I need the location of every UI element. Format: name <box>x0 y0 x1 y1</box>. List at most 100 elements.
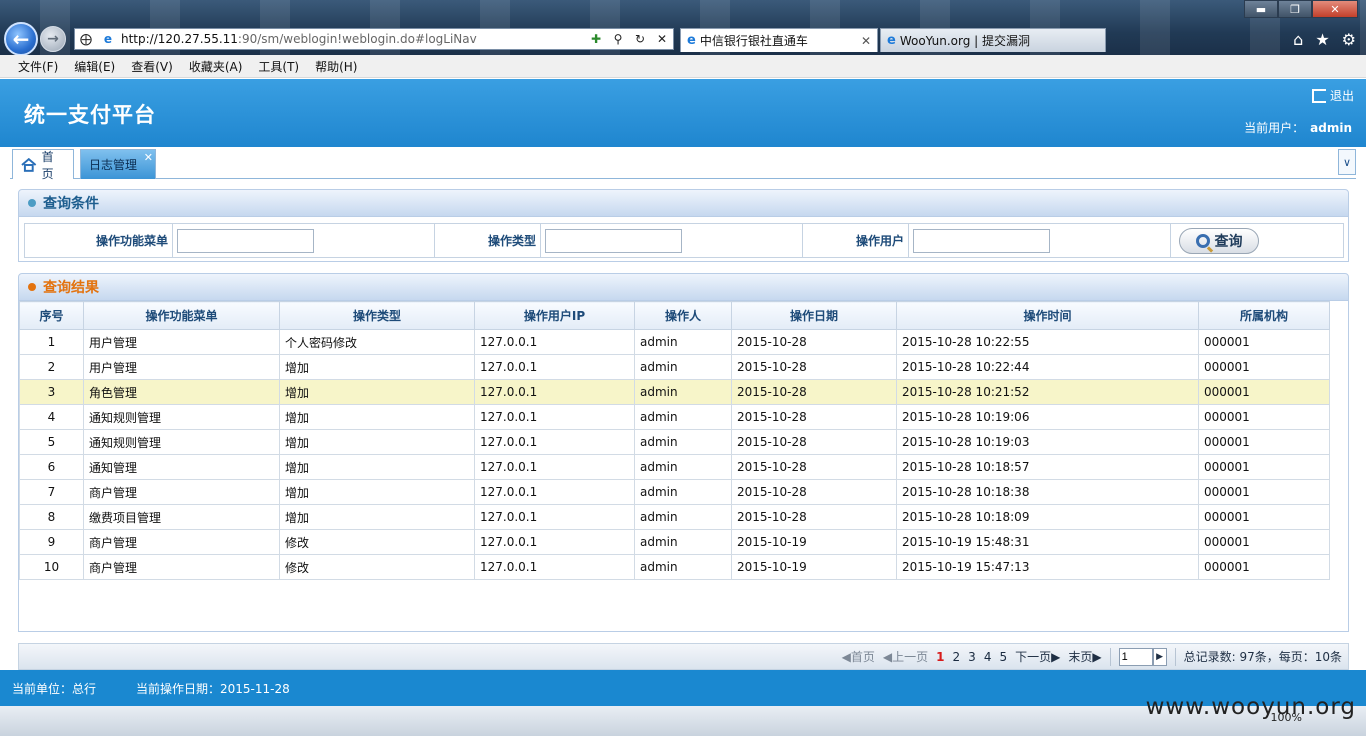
col-header-org[interactable]: 所属机构 <box>1198 301 1330 330</box>
table-row[interactable]: 7 商户管理 增加 127.0.0.1 admin 2015-10-28 201… <box>19 479 1330 505</box>
col-header-operator[interactable]: 操作人 <box>634 301 732 330</box>
first-page-button[interactable]: ◀首页 <box>842 648 875 665</box>
browser-tab-label: WooYun.org | 提交漏洞 <box>899 34 1031 48</box>
compat-icon[interactable]: ⨁ <box>77 30 95 48</box>
col-header-date[interactable]: 操作日期 <box>731 301 897 330</box>
search-icon[interactable]: ⚲ <box>609 30 627 48</box>
page-link-current[interactable]: 1 <box>936 650 944 664</box>
watermark: www.wooyun.org <box>1145 694 1356 720</box>
page-link[interactable]: 5 <box>999 650 1007 664</box>
browser-menubar: 文件(F) 编辑(E) 查看(V) 收藏夹(A) 工具(T) 帮助(H) <box>0 55 1366 78</box>
type-input[interactable] <box>545 228 682 253</box>
menu-view[interactable]: 查看(V) <box>131 58 173 75</box>
current-user-label: 当前用户： <box>1244 121 1305 135</box>
cell-time: 2015-10-19 15:47:13 <box>896 554 1199 580</box>
minimize-icon[interactable]: ▬ <box>1244 0 1278 18</box>
col-header-ip[interactable]: 操作用户IP <box>474 301 635 330</box>
cell-type: 增加 <box>279 504 475 530</box>
tab-home[interactable]: 首页 <box>12 149 74 181</box>
cell-seq: 9 <box>19 529 84 555</box>
tab-log-management[interactable]: 日志管理 ✕ <box>80 149 156 179</box>
table-row[interactable]: 1 用户管理 个人密码修改 127.0.0.1 admin 2015-10-28… <box>19 329 1330 355</box>
logout-button[interactable]: 退出 <box>1311 87 1354 104</box>
address-bar[interactable]: ⨁ e http://120.27.55.11:90/sm/weblogin!w… <box>74 28 674 50</box>
browser-tab-1[interactable]: e 中信银行银社直通车 ✕ <box>680 28 878 52</box>
table-row[interactable]: 6 通知管理 增加 127.0.0.1 admin 2015-10-28 201… <box>19 454 1330 480</box>
current-user: 当前用户： admin <box>1244 119 1352 136</box>
cell-ip: 127.0.0.1 <box>474 429 635 455</box>
query-button[interactable]: 查询 <box>1179 227 1259 254</box>
page-link[interactable]: 4 <box>984 650 992 664</box>
cell-date: 2015-10-28 <box>731 479 897 505</box>
prev-page-button[interactable]: ◀上一页 <box>883 648 928 665</box>
cell-menu: 商户管理 <box>83 554 280 580</box>
cell-time: 2015-10-28 10:21:52 <box>896 379 1199 405</box>
next-page-button[interactable]: 下一页▶ <box>1015 648 1060 665</box>
col-header-menu[interactable]: 操作功能菜单 <box>83 301 280 330</box>
col-header-type[interactable]: 操作类型 <box>279 301 475 330</box>
back-button[interactable]: ← <box>4 22 38 56</box>
cell-menu: 用户管理 <box>83 329 280 355</box>
query-button-label: 查询 <box>1214 233 1243 250</box>
cell-time: 2015-10-28 10:18:38 <box>896 479 1199 505</box>
page-number-input[interactable] <box>1118 647 1153 666</box>
app-tabstrip: 首页 日志管理 ✕ ∨ <box>10 147 1356 181</box>
table-row-highlighted[interactable]: 3 角色管理 增加 127.0.0.1 admin 2015-10-28 201… <box>19 379 1330 405</box>
user-input[interactable] <box>913 228 1050 253</box>
table-row[interactable]: 8 缴费项目管理 增加 127.0.0.1 admin 2015-10-28 2… <box>19 504 1330 530</box>
go-arrow-icon[interactable]: ▶ <box>1152 647 1167 666</box>
browser-toolbar-icons: ⌂ ★ ⚙ <box>1293 30 1356 49</box>
last-page-button[interactable]: 末页▶ <box>1068 648 1101 665</box>
type-label: 操作类型 <box>434 223 541 258</box>
home-icon[interactable]: ⌂ <box>1293 30 1303 49</box>
favorites-star-icon[interactable]: ★ <box>1315 30 1329 49</box>
col-header-seq[interactable]: 序号 <box>19 301 84 330</box>
page-link[interactable]: 3 <box>968 650 976 664</box>
chevron-double-down-icon[interactable]: ∨ <box>1338 149 1356 175</box>
settings-gear-icon[interactable]: ⚙ <box>1342 30 1356 49</box>
query-button-cell: 查询 <box>1170 223 1344 258</box>
cell-time: 2015-10-28 10:18:09 <box>896 504 1199 530</box>
menu-tools[interactable]: 工具(T) <box>258 58 299 75</box>
table-row[interactable]: 9 商户管理 修改 127.0.0.1 admin 2015-10-19 201… <box>19 529 1330 555</box>
cell-menu: 商户管理 <box>83 529 280 555</box>
table-row[interactable]: 2 用户管理 增加 127.0.0.1 admin 2015-10-28 201… <box>19 354 1330 380</box>
browser-tab-2[interactable]: e WooYun.org | 提交漏洞 <box>880 28 1106 52</box>
cell-operator: admin <box>634 529 732 555</box>
forward-button[interactable]: → <box>40 26 66 52</box>
tab-close-icon[interactable]: ✕ <box>144 151 153 164</box>
close-icon[interactable]: ✕ <box>1312 0 1358 18</box>
url-text[interactable]: http://120.27.55.11:90/sm/weblogin!weblo… <box>119 32 585 46</box>
page-link[interactable]: 2 <box>953 650 961 664</box>
cell-seq: 1 <box>19 329 84 355</box>
menu-input[interactable] <box>177 228 314 253</box>
menu-edit[interactable]: 编辑(E) <box>74 58 115 75</box>
menu-label: 操作功能菜单 <box>24 223 173 258</box>
refresh-icon[interactable]: ↻ <box>631 30 649 48</box>
cell-menu: 商户管理 <box>83 479 280 505</box>
cell-operator: admin <box>634 454 732 480</box>
cell-date: 2015-10-28 <box>731 454 897 480</box>
menu-help[interactable]: 帮助(H) <box>315 58 357 75</box>
stop-icon[interactable]: ✕ <box>653 30 671 48</box>
cell-menu: 用户管理 <box>83 354 280 380</box>
cell-seq: 7 <box>19 479 84 505</box>
table-row[interactable]: 10 商户管理 修改 127.0.0.1 admin 2015-10-19 20… <box>19 554 1330 580</box>
bullet-icon <box>28 199 36 207</box>
menu-file[interactable]: 文件(F) <box>18 58 58 75</box>
pager-divider <box>1109 647 1111 666</box>
query-panel-title: 查询条件 <box>43 196 99 212</box>
menu-favorites[interactable]: 收藏夹(A) <box>189 58 243 75</box>
table-row[interactable]: 5 通知规则管理 增加 127.0.0.1 admin 2015-10-28 2… <box>19 429 1330 455</box>
tab-close-icon[interactable]: ✕ <box>855 34 871 48</box>
maximize-icon[interactable]: ❐ <box>1278 0 1312 18</box>
cell-ip: 127.0.0.1 <box>474 404 635 430</box>
table-row[interactable]: 4 通知规则管理 增加 127.0.0.1 admin 2015-10-28 2… <box>19 404 1330 430</box>
current-user-name: admin <box>1310 121 1352 135</box>
addon-icon[interactable]: ✚ <box>587 30 605 48</box>
ie-tab-icon: e <box>887 33 896 48</box>
first-page-label: 首页 <box>850 650 875 664</box>
cell-type: 修改 <box>279 554 475 580</box>
col-header-time[interactable]: 操作时间 <box>896 301 1199 330</box>
cell-operator: admin <box>634 429 732 455</box>
